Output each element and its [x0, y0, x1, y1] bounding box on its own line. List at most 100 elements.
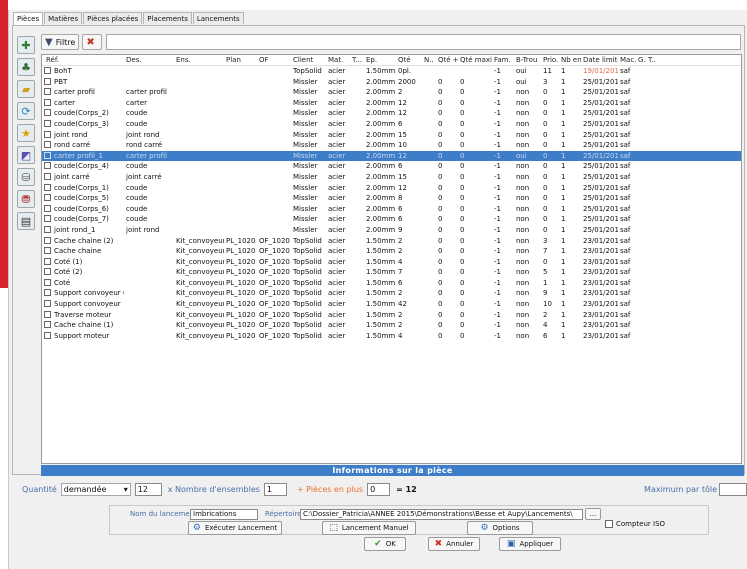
table-row[interactable]: coude(Corps_4) coude Missler acier 2.00mm 6 0 0… [42, 161, 741, 172]
tree-icon[interactable]: ♣ [17, 58, 35, 76]
row-checkbox[interactable] [44, 310, 51, 318]
table-row[interactable]: Cache chaine (2) Kit_convoyeur PL_1020 OF_1… [42, 236, 741, 247]
table-row[interactable]: Support moteur Kit_convoyeur PL_1020 OF_102… [42, 331, 741, 342]
row-checkbox[interactable] [44, 247, 51, 255]
iso-counter-box[interactable] [605, 520, 613, 528]
open-folder-icon[interactable]: ▰ [17, 80, 35, 98]
row-checkbox[interactable] [44, 204, 51, 212]
table-row[interactable]: BohT TopSolid acier 1.50mm 0pl. -1 oui 11 1 19/01… [42, 66, 741, 77]
refresh-icon[interactable]: ⟳ [17, 102, 35, 120]
table-row[interactable]: joint carré joint carré Missler acier 2.00mm… [42, 172, 741, 183]
options-button[interactable]: ⚙ Options [467, 521, 533, 535]
extra-parts-input[interactable]: 0 [367, 482, 391, 496]
column-header[interactable]: Date limite [581, 55, 618, 65]
table-row[interactable]: Coté (1) Kit_convoyeur PL_1020 OF_1020 TopSo… [42, 257, 741, 268]
database-link-icon[interactable]: ⛃ [17, 190, 35, 208]
column-header[interactable]: N.. [422, 55, 436, 65]
table-row[interactable]: carter carter Missler acier 2.00mm 12 0 0 -1 non 0… [42, 98, 741, 109]
column-header[interactable]: Réf. [42, 55, 124, 65]
row-checkbox[interactable] [44, 151, 51, 159]
column-header[interactable]: Mat. [326, 55, 350, 65]
filter-text-field[interactable] [105, 34, 741, 50]
column-header[interactable]: Qté [396, 55, 422, 65]
iso-counter-checkbox[interactable]: Compteur ISO [605, 520, 665, 528]
row-checkbox[interactable] [44, 300, 51, 308]
row-checkbox[interactable] [44, 278, 51, 286]
column-header[interactable]: Plan [224, 55, 257, 65]
column-header[interactable]: Ep. [364, 55, 396, 65]
browse-button[interactable]: ... [585, 508, 601, 520]
clear-filter-button[interactable]: ✖ [82, 34, 102, 50]
column-header[interactable]: Qté maxi [458, 55, 492, 65]
tab-lancements[interactable]: Lancements [192, 12, 244, 24]
nesting-icon[interactable]: ◩ [17, 146, 35, 164]
table-row[interactable]: Support convoyeur (1) Kit_convoyeurPL_102… [42, 288, 741, 299]
tab-matieres[interactable]: Matières [44, 12, 83, 24]
table-row[interactable]: coude(Corps_3) coude Missler acier 2.00mm 6 0 0… [42, 119, 741, 130]
column-header[interactable]: Qté + [436, 55, 458, 65]
ok-button[interactable]: ✔ OK [364, 537, 406, 551]
table-row[interactable]: Cache chaine (1) Kit_convoyeur PL_1020 OF_1… [42, 320, 741, 331]
table-row[interactable]: Cache chaine Kit_convoyeur PL_1020 OF_1020 T… [42, 246, 741, 257]
row-checkbox[interactable] [44, 162, 51, 170]
table-row[interactable]: coude(Corps_7) coude Missler acier 2.00mm 6 0 0… [42, 214, 741, 225]
column-header[interactable]: Des. [124, 55, 174, 65]
table-row[interactable]: carter profil_1 carter profil Missler acier… [42, 150, 741, 162]
tab-pieces[interactable]: Pièces [13, 12, 44, 25]
column-header[interactable]: Mac. [618, 55, 636, 65]
row-checkbox[interactable] [44, 130, 51, 138]
table-row[interactable]: Coté (2) Kit_convoyeur PL_1020 OF_1020 TopSo… [42, 267, 741, 278]
table-row[interactable]: PBT Missler acier 2.00mm 2000 0 0 -1 oui 3 1 25/01/… [42, 77, 741, 88]
column-header[interactable]: Client [291, 55, 326, 65]
cancel-button[interactable]: ✖ Annuler [428, 537, 480, 551]
table-row[interactable]: coude(Corps_5) coude Missler acier 2.00mm 8 0 0… [42, 193, 741, 204]
row-checkbox[interactable] [44, 289, 51, 297]
row-checkbox[interactable] [44, 109, 51, 117]
apply-button[interactable]: ▣ Appliquer [499, 537, 561, 551]
table-row[interactable]: coude(Corps_6) coude Missler acier 2.00mm 6 0 0… [42, 204, 741, 215]
row-checkbox[interactable] [44, 141, 51, 149]
manual-launch-button[interactable]: ⬚ Lancement Manuel [322, 521, 416, 535]
nb-sets-input[interactable]: 1 [263, 482, 287, 496]
launch-name-input[interactable]: Imbrications [190, 509, 258, 520]
table-row[interactable]: coude(Corps_2) coude Missler acier 2.00mm 12 0… [42, 108, 741, 119]
row-checkbox[interactable] [44, 172, 51, 180]
column-header[interactable]: Fam. [492, 55, 514, 65]
database-icon[interactable]: ⛁ [17, 168, 35, 186]
table-row[interactable]: Support convoyeur Kit_convoyeur PL_1020 OF_… [42, 299, 741, 310]
table-row[interactable]: joint rond joint rond Missler acier 2.00mm 15… [42, 130, 741, 141]
column-header[interactable]: G.. [636, 55, 646, 65]
row-checkbox[interactable] [44, 257, 51, 265]
row-checkbox[interactable] [44, 77, 51, 85]
quantity-mode-select[interactable]: demandée ▾ [60, 482, 131, 496]
row-checkbox[interactable] [44, 215, 51, 223]
row-checkbox[interactable] [44, 67, 51, 74]
row-checkbox[interactable] [44, 98, 51, 106]
filter-button[interactable]: ▼ Filtre [41, 34, 80, 50]
row-checkbox[interactable] [44, 268, 51, 276]
add-part-icon[interactable]: ✚ [17, 36, 35, 54]
tab-placements[interactable]: Placements [143, 12, 192, 24]
table-row[interactable]: Coté Kit_convoyeur PL_1020 OF_1020 TopSolid a… [42, 278, 741, 289]
column-header[interactable]: T... [350, 55, 364, 65]
row-checkbox[interactable] [44, 88, 51, 96]
row-checkbox[interactable] [44, 236, 51, 244]
row-checkbox[interactable] [44, 321, 51, 329]
column-header[interactable]: Ens. [174, 55, 224, 65]
quantity-input[interactable]: 12 [134, 482, 162, 496]
table-row[interactable]: rond carré rond carré Missler acier 2.00mm 10… [42, 140, 741, 151]
row-checkbox[interactable] [44, 225, 51, 233]
row-checkbox[interactable] [44, 183, 51, 191]
column-header[interactable]: T.. [646, 55, 658, 65]
table-row[interactable]: Traverse moteur Kit_convoyeur PL_1020 OF_10… [42, 310, 741, 321]
directory-input[interactable]: C:\Dossier_Patricia\ANNEE 2015\Démonstra… [300, 509, 583, 520]
report-icon[interactable]: ▤ [17, 212, 35, 230]
column-header[interactable]: Prio. [541, 55, 559, 65]
star-icon[interactable]: ★ [17, 124, 35, 142]
column-header[interactable]: Nb ent. [559, 55, 581, 65]
row-checkbox[interactable] [44, 331, 51, 339]
table-row[interactable]: joint rond_1 joint rond Missler acier 2.00mm… [42, 225, 741, 236]
column-header[interactable]: OF [257, 55, 291, 65]
tab-pieces-placees[interactable]: Pièces placées [83, 12, 143, 24]
table-row[interactable]: carter profil carter profil Missler acier 2.… [42, 87, 741, 98]
